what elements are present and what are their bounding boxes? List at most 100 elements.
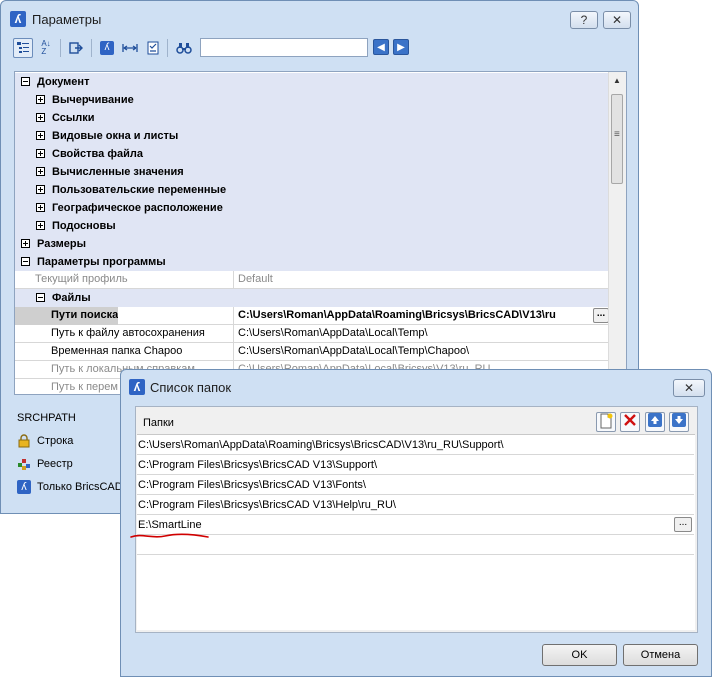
subcategory-row[interactable]: Вычисленные значения <box>15 163 609 181</box>
search-input[interactable] <box>200 38 368 57</box>
expand-icon[interactable] <box>36 167 45 176</box>
category-document[interactable]: Документ <box>15 73 609 91</box>
window-title: Параметры <box>32 12 102 27</box>
property-row-search-paths[interactable]: Пути поиска C:\Users\Roman\AppData\Roami… <box>15 307 609 325</box>
help-button[interactable]: ? <box>570 11 598 29</box>
item-label: Реестр <box>37 458 73 470</box>
category-label: Документ <box>37 76 90 88</box>
subcategory-row[interactable]: Свойства файла <box>15 145 609 163</box>
properties-grid: Документ Вычерчивание Ссылки Видовые окн… <box>14 71 627 395</box>
scroll-up-arrow-icon[interactable]: ▲ <box>611 75 623 87</box>
dialog-title: Список папок <box>150 380 232 395</box>
subcategory-label: Вычерчивание <box>52 94 134 106</box>
list-item[interactable]: C:\Program Files\Bricsys\BricsCAD V13\Su… <box>137 455 694 475</box>
property-value: C:\Users\Roman\AppData\Local\Temp\Chapoo… <box>233 343 609 361</box>
type-string-item: Строка <box>17 432 73 450</box>
expand-icon[interactable] <box>36 131 45 140</box>
toolbar-separator <box>91 39 92 57</box>
subcategory-row[interactable]: Видовые окна и листы <box>15 127 609 145</box>
folders-label: Папки <box>143 417 174 429</box>
property-name: Путь к файлу автосохранения <box>51 327 205 339</box>
subcategory-row[interactable]: Ссылки <box>15 109 609 127</box>
toolbar-separator <box>167 39 168 57</box>
expand-icon[interactable] <box>36 185 45 194</box>
binoculars-icon[interactable] <box>174 38 194 58</box>
subcategory-files[interactable]: Файлы <box>15 289 609 307</box>
search-previous-button[interactable]: ◀ <box>373 39 389 55</box>
expand-icon[interactable] <box>36 113 45 122</box>
type-bricscad-only-item: ʎ Только BricsCAD <box>17 478 123 496</box>
collapse-icon[interactable] <box>36 293 45 302</box>
dimension-icon[interactable] <box>120 38 140 58</box>
search-next-button[interactable]: ▶ <box>393 39 409 55</box>
subcategory-label: Файлы <box>52 292 91 304</box>
list-item[interactable]: C:\Users\Roman\AppData\Roaming\Bricsys\B… <box>137 435 694 455</box>
cancel-button[interactable]: Отмена <box>623 644 698 666</box>
subcategory-label: Ссылки <box>52 112 95 124</box>
category-sizes[interactable]: Размеры <box>15 235 609 253</box>
browse-button[interactable]: ... <box>674 517 692 532</box>
property-name: Текущий профиль <box>35 273 128 285</box>
vertical-scrollbar[interactable]: ▲ ▼ <box>608 72 626 394</box>
sort-alphabetical-icon[interactable]: A↓ Z <box>36 38 56 58</box>
expand-icon[interactable] <box>36 221 45 230</box>
property-row-autosave-path[interactable]: Путь к файлу автосохранения C:\Users\Rom… <box>15 325 609 343</box>
title-bar[interactable]: ʎ Параметры ? ✕ <box>1 1 638 35</box>
registry-icon <box>17 457 31 471</box>
collapse-icon[interactable] <box>21 257 30 266</box>
toolbar: A↓ Z ʎ ◀ ▶ <box>9 35 631 61</box>
delete-icon[interactable] <box>620 412 640 432</box>
subcategory-label: Вычисленные значения <box>52 166 184 178</box>
list-item[interactable]: C:\Program Files\Bricsys\BricsCAD V13\Fo… <box>137 475 694 495</box>
bricscad-icon[interactable]: ʎ <box>97 38 117 58</box>
ok-button[interactable]: OK <box>542 644 617 666</box>
dialog-close-button[interactable]: ✕ <box>673 379 705 397</box>
subcategory-row[interactable]: Пользовательские переменные <box>15 181 609 199</box>
type-registry-item: Реестр <box>17 455 73 473</box>
checklist-icon[interactable] <box>143 38 163 58</box>
property-value: C:\Users\Roman\AppData\Local\Temp\ <box>233 325 609 343</box>
scroll-thumb[interactable] <box>611 94 623 184</box>
item-label: Только BricsCAD <box>37 481 123 493</box>
folder-list-dialog: ʎ Список папок ✕ Папки C:\Users\Roman\Ap… <box>120 369 712 677</box>
property-value[interactable]: C:\Users\Roman\AppData\Roaming\Bricsys\B… <box>233 307 609 325</box>
folders-panel: Папки C:\Users\Roman\AppData\Roaming\Bri… <box>135 406 698 633</box>
property-row-chapoo-temp[interactable]: Временная папка Chapoo C:\Users\Roman\Ap… <box>15 343 609 361</box>
browse-button[interactable]: ... <box>593 308 609 323</box>
bricscad-icon: ʎ <box>17 480 31 495</box>
annotation-underline <box>130 533 209 538</box>
export-icon[interactable] <box>66 38 86 58</box>
bricscad-logo-icon: ʎ <box>10 11 26 27</box>
list-item-selected[interactable]: E:\SmartLine ... <box>137 515 694 535</box>
categorized-view-icon[interactable] <box>13 38 33 58</box>
list-item-text: E:\SmartLine <box>138 519 202 531</box>
subcategory-row[interactable]: Географическое расположение <box>15 199 609 217</box>
close-button[interactable]: ✕ <box>603 11 631 29</box>
new-folder-icon[interactable] <box>596 412 616 432</box>
move-down-icon[interactable] <box>669 412 689 432</box>
property-name: Пути поиска <box>15 307 119 325</box>
collapse-icon[interactable] <box>21 77 30 86</box>
list-item[interactable]: C:\Program Files\Bricsys\BricsCAD V13\He… <box>137 495 694 515</box>
variable-name: SRCHPATH <box>17 412 76 424</box>
category-program-params[interactable]: Параметры программы <box>15 253 609 271</box>
expand-icon[interactable] <box>21 239 30 248</box>
list-item[interactable] <box>137 535 694 555</box>
subcategory-label: Пользовательские переменные <box>52 184 227 196</box>
move-up-icon[interactable] <box>645 412 665 432</box>
toolbar-separator <box>60 39 61 57</box>
expand-icon[interactable] <box>36 149 45 158</box>
subcategory-row[interactable]: Вычерчивание <box>15 91 609 109</box>
category-label: Параметры программы <box>37 256 166 268</box>
property-row-current-profile[interactable]: Текущий профиль Default <box>15 271 609 289</box>
folders-list: C:\Users\Roman\AppData\Roaming\Bricsys\B… <box>137 434 695 630</box>
subcategory-row[interactable]: Подосновы <box>15 217 609 235</box>
bricscad-logo-icon: ʎ <box>129 379 145 395</box>
property-value: Default <box>233 271 609 289</box>
subcategory-label: Свойства файла <box>52 148 143 160</box>
expand-icon[interactable] <box>36 95 45 104</box>
subcategory-label: Видовые окна и листы <box>52 130 179 142</box>
item-label: Строка <box>37 435 74 447</box>
expand-icon[interactable] <box>36 203 45 212</box>
dialog-title-bar[interactable]: ʎ Список папок ✕ <box>121 370 711 404</box>
